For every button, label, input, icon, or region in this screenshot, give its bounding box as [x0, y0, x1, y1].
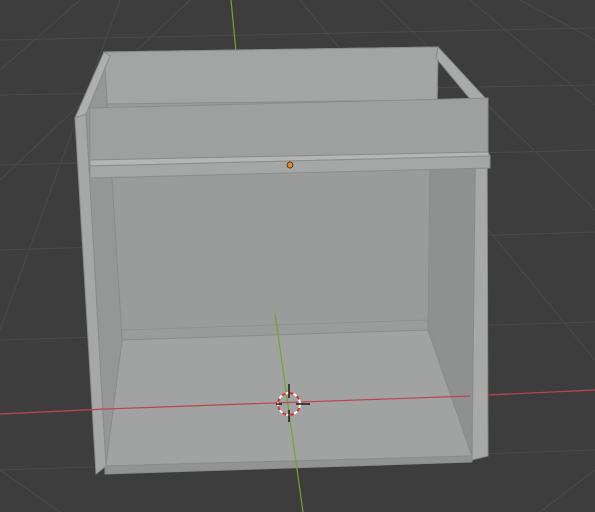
3d-viewport[interactable] — [0, 0, 595, 512]
back-panel-top — [103, 46, 439, 105]
shelf-rail — [89, 97, 489, 161]
object-origin-icon[interactable] — [286, 161, 294, 169]
